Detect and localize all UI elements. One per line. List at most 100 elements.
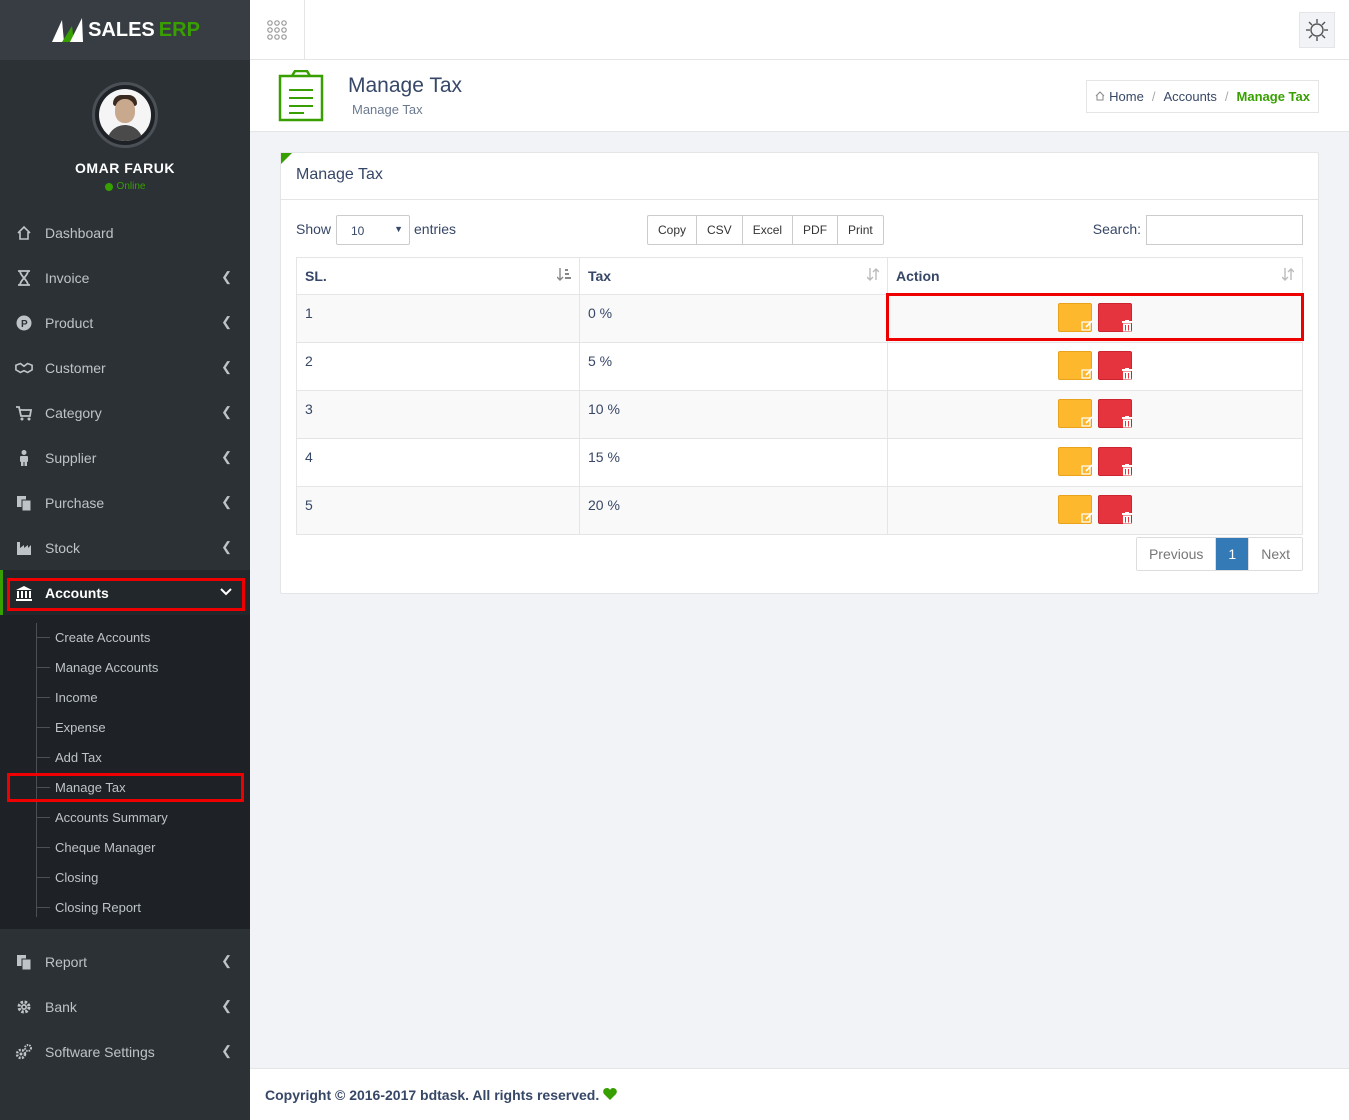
sidebar-item-accounts[interactable]: Accounts (0, 570, 250, 615)
entries-select-value: 10 (351, 224, 365, 238)
grid-dots-icon (267, 20, 287, 40)
sidebar-item-dashboard[interactable]: Dashboard (0, 210, 250, 255)
column-header-label: Tax (588, 268, 612, 284)
panel-title: Manage Tax (281, 153, 1318, 200)
submenu-create-accounts[interactable]: Create Accounts (0, 622, 250, 652)
edit-button[interactable] (1058, 303, 1093, 332)
cell-action (887, 342, 1303, 391)
column-header-sl[interactable]: SL. (296, 257, 580, 295)
search-label: Search: (1092, 221, 1141, 237)
pagination-next[interactable]: Next (1249, 538, 1302, 570)
breadcrumb-separator: / (1151, 89, 1156, 104)
delete-button[interactable] (1097, 351, 1132, 380)
submenu-closing[interactable]: Closing (0, 862, 250, 892)
sidebar-item-label: Bank (45, 998, 77, 1015)
sidebar-item-label: Accounts (45, 584, 109, 601)
cell-action (887, 438, 1303, 487)
table-row: 25 % (296, 342, 1303, 391)
sidebar-item-customer[interactable]: Customer ❮ (0, 345, 250, 390)
manage-tax-panel: Manage Tax Show 10 ▼ entries Copy CSV Ex… (280, 152, 1319, 594)
cell-tax: 10 % (579, 390, 888, 439)
sidebar-item-label: Dashboard (45, 224, 114, 241)
entries-label: entries (414, 221, 457, 237)
submenu-manage-tax[interactable]: Manage Tax (0, 772, 250, 802)
sidebar-item-supplier[interactable]: Supplier ❮ (0, 435, 250, 480)
accounts-submenu: Create Accounts Manage Accounts Income E… (0, 615, 250, 929)
edit-button[interactable] (1058, 399, 1093, 428)
svg-text:P: P (21, 319, 28, 330)
panel-corner-accent (281, 153, 292, 164)
sidebar-item-bank[interactable]: Bank ❮ (0, 984, 250, 1029)
delete-button[interactable] (1097, 447, 1132, 476)
delete-button[interactable] (1097, 399, 1132, 428)
gear-icon (15, 998, 33, 1016)
home-icon (1095, 89, 1105, 104)
submenu-income[interactable]: Income (0, 682, 250, 712)
export-button-group: Copy CSV Excel PDF Print (647, 215, 884, 245)
sidebar-item-product[interactable]: P Product ❮ (0, 300, 250, 345)
industry-icon (15, 539, 33, 557)
sidebar-item-label: Invoice (45, 269, 90, 286)
chevron-left-icon: ❮ (221, 314, 232, 329)
cell-sl: 4 (296, 438, 580, 487)
product-p-icon: P (15, 314, 33, 332)
excel-button[interactable]: Excel (743, 216, 794, 244)
brand-logo[interactable]: SALES ERP (50, 16, 200, 44)
sidebar: SALES ERP OMAR FARUK Online Dashboard In… (0, 0, 250, 1120)
avatar[interactable] (92, 82, 158, 148)
breadcrumb-accounts[interactable]: Accounts (1163, 89, 1216, 104)
sidebar-item-report[interactable]: Report ❮ (0, 939, 250, 984)
logo-mark-icon (52, 18, 84, 42)
settings-button[interactable] (1299, 12, 1335, 48)
table-controls: Show 10 ▼ entries Copy CSV Excel PDF Pri… (296, 215, 1303, 245)
delete-button[interactable] (1097, 303, 1132, 332)
pagination-page-1[interactable]: 1 (1216, 538, 1250, 570)
brand-name-erp: ERP (158, 18, 200, 41)
sidebar-item-label: Category (45, 404, 102, 421)
table-row: 10 % (296, 294, 1303, 343)
print-button[interactable]: Print (838, 216, 883, 244)
sidebar-item-stock[interactable]: Stock ❮ (0, 525, 250, 570)
table-header-row: SL. Tax Action (296, 257, 1303, 295)
top-navbar (250, 0, 1349, 60)
breadcrumb-home[interactable]: Home (1109, 89, 1144, 104)
delete-button[interactable] (1097, 495, 1132, 524)
submenu-cheque-manager[interactable]: Cheque Manager (0, 832, 250, 862)
entries-select[interactable]: 10 ▼ (336, 215, 410, 245)
sidebar-item-invoice[interactable]: Invoice ❮ (0, 255, 250, 300)
sidebar-item-category[interactable]: Category ❮ (0, 390, 250, 435)
pagination-previous[interactable]: Previous (1136, 538, 1217, 570)
column-header-action[interactable]: Action (887, 257, 1303, 295)
submenu-closing-report[interactable]: Closing Report (0, 892, 250, 922)
table-row: 3 10 % (296, 390, 1303, 439)
user-status: Online (104, 181, 145, 192)
copy-icon (15, 953, 33, 971)
submenu-accounts-summary[interactable]: Accounts Summary (0, 802, 250, 832)
breadcrumb-current: Manage Tax (1236, 89, 1310, 104)
edit-button[interactable] (1058, 447, 1093, 476)
user-name: OMAR FARUK (75, 160, 175, 176)
csv-button[interactable]: CSV (697, 216, 743, 244)
submenu-add-tax[interactable]: Add Tax (0, 742, 250, 772)
edit-button[interactable] (1058, 495, 1093, 524)
pdf-button[interactable]: PDF (793, 216, 839, 244)
sidebar-item-purchase[interactable]: Purchase ❮ (0, 480, 250, 525)
online-dot-icon (104, 182, 113, 191)
copy-button[interactable]: Copy (648, 216, 698, 244)
cell-sl: 1 (296, 294, 580, 343)
cell-tax: 15 % (579, 438, 888, 487)
hourglass-icon (15, 269, 33, 287)
sidebar-item-software-settings[interactable]: Software Settings ❮ (0, 1029, 250, 1074)
table-row: 4 15 % (296, 438, 1303, 487)
logo-bar: SALES ERP (0, 0, 250, 60)
person-icon (15, 449, 33, 467)
column-header-tax[interactable]: Tax (579, 257, 888, 295)
sidebar-menu: Dashboard Invoice ❮ P Product ❮ Customer… (0, 210, 250, 615)
search-input[interactable] (1146, 215, 1303, 245)
apps-grid-button[interactable] (250, 0, 305, 60)
edit-button[interactable] (1058, 351, 1093, 380)
chevron-left-icon: ❮ (221, 494, 232, 509)
submenu-manage-accounts[interactable]: Manage Accounts (0, 652, 250, 682)
submenu-expense[interactable]: Expense (0, 712, 250, 742)
chevron-left-icon: ❮ (221, 998, 232, 1013)
